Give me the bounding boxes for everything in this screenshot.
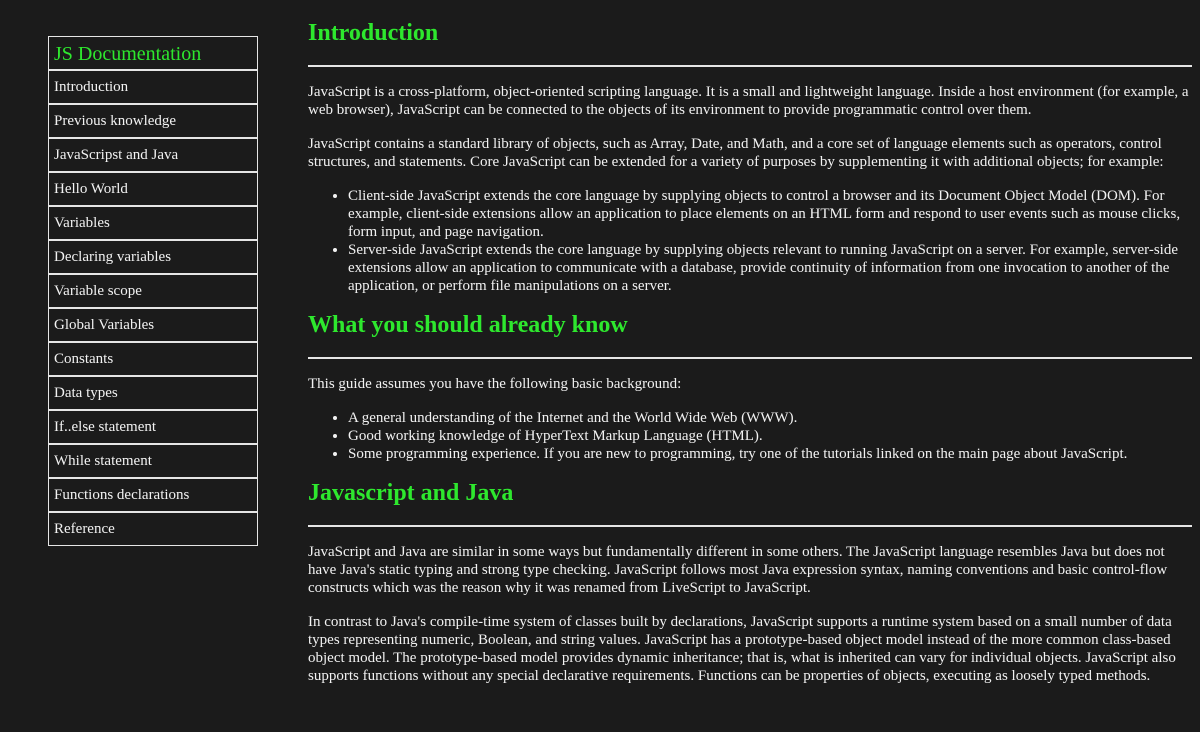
section-what-you-should-already-know: What you should already know This guide …: [308, 311, 1192, 463]
list-item: Client-side JavaScript extends the core …: [348, 187, 1192, 241]
section-heading: Javascript and Java: [308, 480, 514, 506]
section-divider: [308, 65, 1192, 67]
bullet-list: Client-side JavaScript extends the core …: [308, 187, 1192, 295]
paragraph: JavaScript and Java are similar in some …: [308, 544, 1168, 596]
section-introduction: Introduction JavaScript is a cross-platf…: [308, 0, 1192, 295]
nav-link-constants[interactable]: Constants: [48, 342, 258, 376]
paragraph: In contrast to Java's compile-time syste…: [308, 614, 1176, 684]
nav-title: JS Documentation: [48, 36, 258, 70]
list-item: Some programming experience. If you are …: [348, 445, 1192, 463]
list-item: Server-side JavaScript extends the core …: [348, 241, 1192, 295]
nav-link-while-statement[interactable]: While statement: [48, 444, 258, 478]
nav-link-global-variables[interactable]: Global Variables: [48, 308, 258, 342]
section-divider: [308, 357, 1192, 359]
nav-link-if-else-statement[interactable]: If..else statement: [48, 410, 258, 444]
main-doc: Introduction JavaScript is a cross-platf…: [308, 0, 1192, 732]
nav-link-hello-world[interactable]: Hello World: [48, 172, 258, 206]
nav-link-declaring-variables[interactable]: Declaring variables: [48, 240, 258, 274]
paragraph: This guide assumes you have the followin…: [308, 376, 682, 392]
paragraph: JavaScript is a cross-platform, object-o…: [308, 84, 1189, 118]
list-item: Good working knowledge of HyperText Mark…: [348, 427, 1192, 445]
section-heading: Introduction: [308, 20, 439, 46]
navbar: JS Documentation Introduction Previous k…: [48, 36, 258, 546]
list-item: A general understanding of the Internet …: [348, 409, 1192, 427]
nav-link-data-types[interactable]: Data types: [48, 376, 258, 410]
section-javascript-and-java: Javascript and Java JavaScript and Java …: [308, 479, 1192, 685]
nav-link-previous-knowledge[interactable]: Previous knowledge: [48, 104, 258, 138]
nav-link-functions-declarations[interactable]: Functions declarations: [48, 478, 258, 512]
nav-link-javascript-and-java[interactable]: JavaScripst and Java: [48, 138, 258, 172]
nav-link-reference[interactable]: Reference: [48, 512, 258, 546]
nav-link-variable-scope[interactable]: Variable scope: [48, 274, 258, 308]
nav-link-introduction[interactable]: Introduction: [48, 70, 258, 104]
section-heading: What you should already know: [308, 312, 628, 338]
nav-link-variables[interactable]: Variables: [48, 206, 258, 240]
section-divider: [308, 525, 1192, 527]
bullet-list: A general understanding of the Internet …: [308, 409, 1192, 463]
paragraph: JavaScript contains a standard library o…: [308, 136, 1164, 170]
